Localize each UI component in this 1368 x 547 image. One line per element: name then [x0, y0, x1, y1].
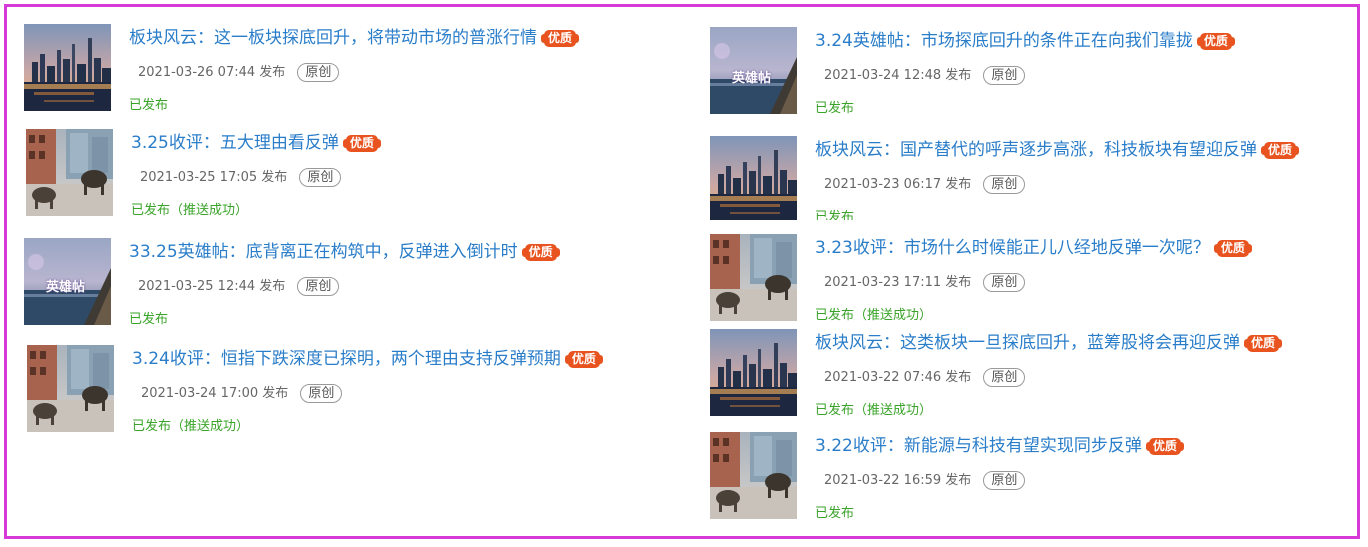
article-meta: 2021-03-22 16:59 发布 原创 — [824, 469, 1026, 490]
list-item: 3.23收评：市场什么时候能正儿八经地反弹一次呢？ 优质 2021-03-23 1… — [710, 234, 1350, 326]
article-meta: 2021-03-24 12:48 发布 原创 — [824, 64, 1026, 85]
thumbnail-city[interactable] — [710, 329, 797, 416]
article-title-link[interactable]: 板块风云：这一板块探底回升，将带动市场的普涨行情 优质 — [129, 26, 580, 50]
publish-status: 已发布 — [815, 210, 855, 220]
list-item: 板块风云：这一板块探底回升，将带动市场的普涨行情 优质 2021-03-26 07… — [24, 24, 684, 116]
article-meta: 2021-03-23 06:17 发布 原创 — [824, 173, 1026, 194]
list-item: 3.24收评：恒指下跌深度已探明，两个理由支持反弹预期 优质 2021-03-24… — [27, 345, 687, 437]
publish-status: 已发布 — [129, 98, 169, 113]
list-item: 3.22收评：新能源与科技有望实现同步反弹 优质 2021-03-22 16:59… — [710, 432, 1350, 524]
list-item: 3.25收评：五大理由看反弹 优质 2021-03-25 17:05 发布 原创 已… — [26, 129, 686, 221]
original-tag: 原创 — [983, 66, 1026, 85]
thumbnail-hero-text: 英雄帖 — [732, 71, 772, 86]
publish-status: 已发布 — [815, 506, 855, 521]
article-meta: 2021-03-23 17:11 发布 原创 — [824, 271, 1026, 292]
article-title-link[interactable]: 3.23收评：市场什么时候能正儿八经地反弹一次呢？ 优质 — [815, 236, 1252, 260]
quality-badge: 优质 — [1145, 438, 1184, 455]
thumbnail-city[interactable] — [24, 24, 111, 111]
article-meta: 2021-03-25 17:05 发布 原创 — [140, 166, 342, 187]
original-tag: 原创 — [297, 63, 340, 82]
quality-badge: 优质 — [1260, 142, 1300, 159]
quality-badge: 优质 — [521, 244, 560, 261]
quality-badge: 优质 — [1213, 240, 1252, 257]
publish-status: 已发布（推送成功） — [815, 403, 933, 418]
article-title-link[interactable]: 33.25英雄帖：底背离正在构筑中，反弹进入倒计时 优质 — [129, 240, 560, 264]
publish-status: 已发布（推送成功） — [815, 308, 933, 323]
thumbnail-bull[interactable] — [27, 345, 114, 432]
original-tag: 原创 — [299, 168, 342, 187]
quality-badge: 优质 — [540, 30, 580, 47]
article-title-link[interactable]: 3.24英雄帖：市场探底回升的条件正在向我们靠拢 优质 — [815, 29, 1235, 53]
thumbnail-city[interactable] — [710, 136, 797, 220]
article-title-link[interactable]: 3.25收评：五大理由看反弹 优质 — [131, 131, 381, 155]
quality-badge: 优质 — [1196, 33, 1235, 50]
thumbnail-bull[interactable] — [710, 432, 797, 519]
list-item: 英雄帖 33.25英雄帖：底背离正在构筑中，反弹进入倒计时 优质 2021-03-… — [24, 238, 684, 330]
publish-status: 已发布 — [815, 101, 855, 116]
original-tag: 原创 — [297, 277, 340, 296]
article-title-link[interactable]: 板块风云：这类板块一旦探底回升，蓝筹股将会再迎反弹 优质 — [815, 331, 1283, 355]
article-meta: 2021-03-24 17:00 发布 原创 — [141, 382, 343, 403]
original-tag: 原创 — [983, 471, 1026, 490]
article-meta: 2021-03-22 07:46 发布 原创 — [824, 366, 1026, 387]
article-meta: 2021-03-25 12:44 发布 原创 — [138, 275, 340, 296]
thumbnail-bull[interactable] — [710, 234, 797, 321]
quality-badge: 优质 — [342, 135, 381, 152]
article-title-link[interactable]: 3.22收评：新能源与科技有望实现同步反弹 优质 — [815, 434, 1184, 458]
original-tag: 原创 — [983, 273, 1026, 292]
list-item: 英雄帖 3.24英雄帖：市场探底回升的条件正在向我们靠拢 优质 2021-03-2… — [710, 27, 1350, 119]
quality-badge: 优质 — [564, 351, 603, 368]
publish-status: 已发布（推送成功） — [132, 419, 250, 434]
article-meta: 2021-03-26 07:44 发布 原创 — [138, 61, 340, 82]
thumbnail-hero[interactable]: 英雄帖 — [710, 27, 797, 114]
list-item: 板块风云：国产替代的呼声逐步高涨，科技板块有望迎反弹 优质 2021-03-23 … — [710, 136, 1350, 220]
publish-status: 已发布 — [129, 312, 169, 327]
publish-status: 已发布（推送成功） — [131, 203, 249, 218]
thumbnail-hero[interactable]: 英雄帖 — [24, 238, 111, 325]
quality-badge: 优质 — [1243, 335, 1283, 352]
thumbnail-hero-text: 英雄帖 — [46, 280, 86, 295]
original-tag: 原创 — [300, 384, 343, 403]
original-tag: 原创 — [983, 175, 1026, 194]
article-title-link[interactable]: 板块风云：国产替代的呼声逐步高涨，科技板块有望迎反弹 优质 — [815, 138, 1300, 162]
list-item: 板块风云：这类板块一旦探底回升，蓝筹股将会再迎反弹 优质 2021-03-22 0… — [710, 329, 1350, 421]
original-tag: 原创 — [983, 368, 1026, 387]
thumbnail-bull[interactable] — [26, 129, 113, 216]
article-title-link[interactable]: 3.24收评：恒指下跌深度已探明，两个理由支持反弹预期 优质 — [132, 347, 603, 371]
